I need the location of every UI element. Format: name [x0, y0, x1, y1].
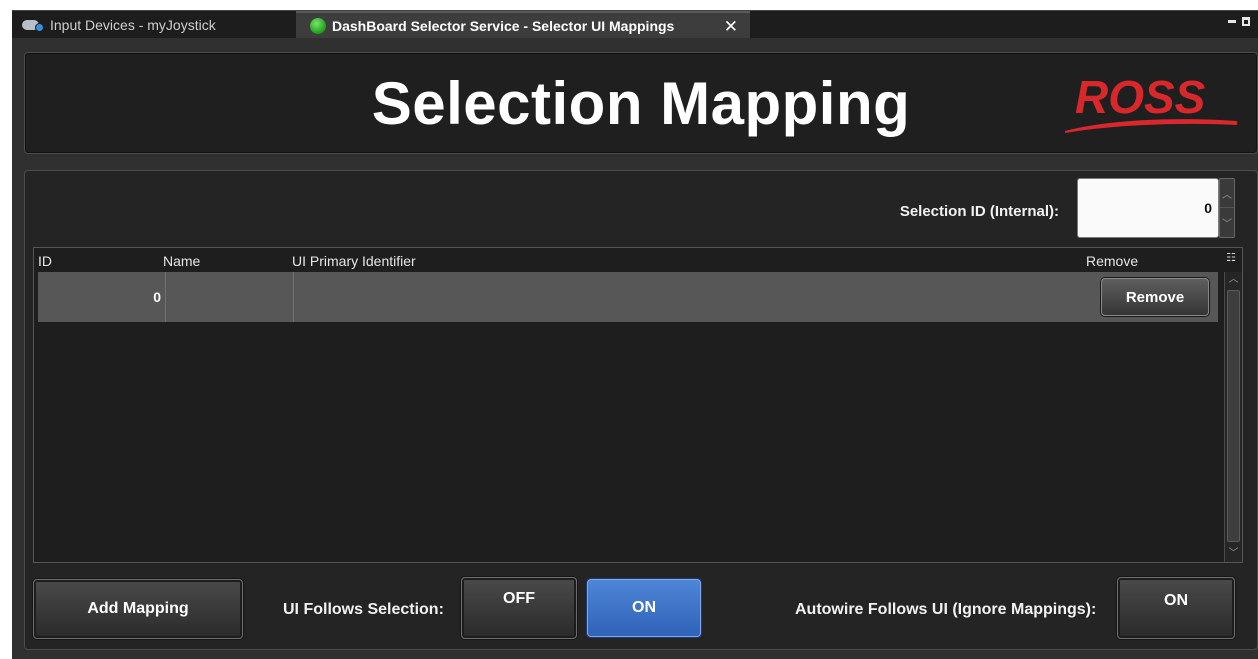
content-panel: Selection ID (Internal): ︿ ﹀ ID Name UI …	[24, 170, 1258, 650]
gamepad-icon	[22, 18, 44, 32]
chevron-up-icon[interactable]: ︿	[1220, 179, 1234, 208]
remove-button[interactable]: Remove	[1101, 278, 1209, 316]
tab-input-devices[interactable]: Input Devices - myJoystick	[12, 11, 284, 39]
column-header-name[interactable]: Name	[163, 253, 200, 269]
selection-id-spinner: ︿ ﹀	[1219, 178, 1235, 238]
minimize-icon[interactable]	[1228, 20, 1236, 23]
close-icon[interactable]: ✕	[724, 17, 738, 37]
ui-follows-on-button[interactable]: ON	[587, 579, 701, 637]
tab-label: DashBoard Selector Service - Selector UI…	[332, 18, 675, 34]
scroll-thumb[interactable]	[1227, 290, 1240, 542]
column-header-ui-primary-identifier[interactable]: UI Primary Identifier	[292, 253, 416, 269]
ui-follows-off-button[interactable]: OFF	[461, 577, 577, 639]
cell-remove: Remove	[1092, 272, 1218, 322]
autowire-on-button[interactable]: ON	[1117, 577, 1235, 639]
window-edge	[0, 38, 12, 659]
main-panel: Selection Mapping ROSS Selection ID (Int…	[12, 38, 1258, 659]
tab-selector-ui-mappings[interactable]: DashBoard Selector Service - Selector UI…	[296, 11, 750, 39]
column-menu-icon[interactable]: ☷	[1224, 250, 1238, 266]
selection-id-label: Selection ID (Internal):	[899, 203, 1059, 220]
add-mapping-button[interactable]: Add Mapping	[33, 579, 243, 639]
tab-bar: Input Devices - myJoystick DashBoard Sel…	[12, 10, 1258, 39]
mappings-table: ID Name UI Primary Identifier Remove ☷ 0…	[33, 247, 1243, 563]
column-header-remove[interactable]: Remove	[1086, 253, 1138, 269]
autowire-follows-ui-label: Autowire Follows UI (Ignore Mappings):	[795, 601, 1097, 618]
window-controls	[1228, 17, 1250, 26]
cell-name[interactable]	[166, 272, 294, 322]
ui-follows-selection-label: UI Follows Selection:	[283, 601, 444, 618]
column-header-id[interactable]: ID	[38, 253, 52, 269]
scroll-down-icon[interactable]: ﹀	[1225, 546, 1242, 562]
cell-id: 0	[38, 272, 166, 322]
header-panel: Selection Mapping ROSS	[24, 52, 1258, 154]
logo-text: ROSS	[1075, 71, 1206, 123]
scroll-up-icon[interactable]: ︿	[1225, 272, 1242, 288]
chevron-down-icon[interactable]: ﹀	[1220, 208, 1234, 237]
cell-ui-primary-identifier[interactable]	[294, 272, 1092, 322]
table-row[interactable]: 0 Remove	[38, 272, 1218, 322]
table-scrollbar[interactable]: ︿ ﹀	[1224, 272, 1242, 562]
maximize-icon[interactable]	[1242, 17, 1250, 26]
status-dot-icon	[310, 18, 326, 34]
ross-logo: ROSS	[1065, 71, 1237, 133]
table-header: ID Name UI Primary Identifier Remove	[34, 248, 1216, 272]
tab-label: Input Devices - myJoystick	[50, 17, 216, 33]
selection-id-input[interactable]	[1077, 178, 1219, 238]
